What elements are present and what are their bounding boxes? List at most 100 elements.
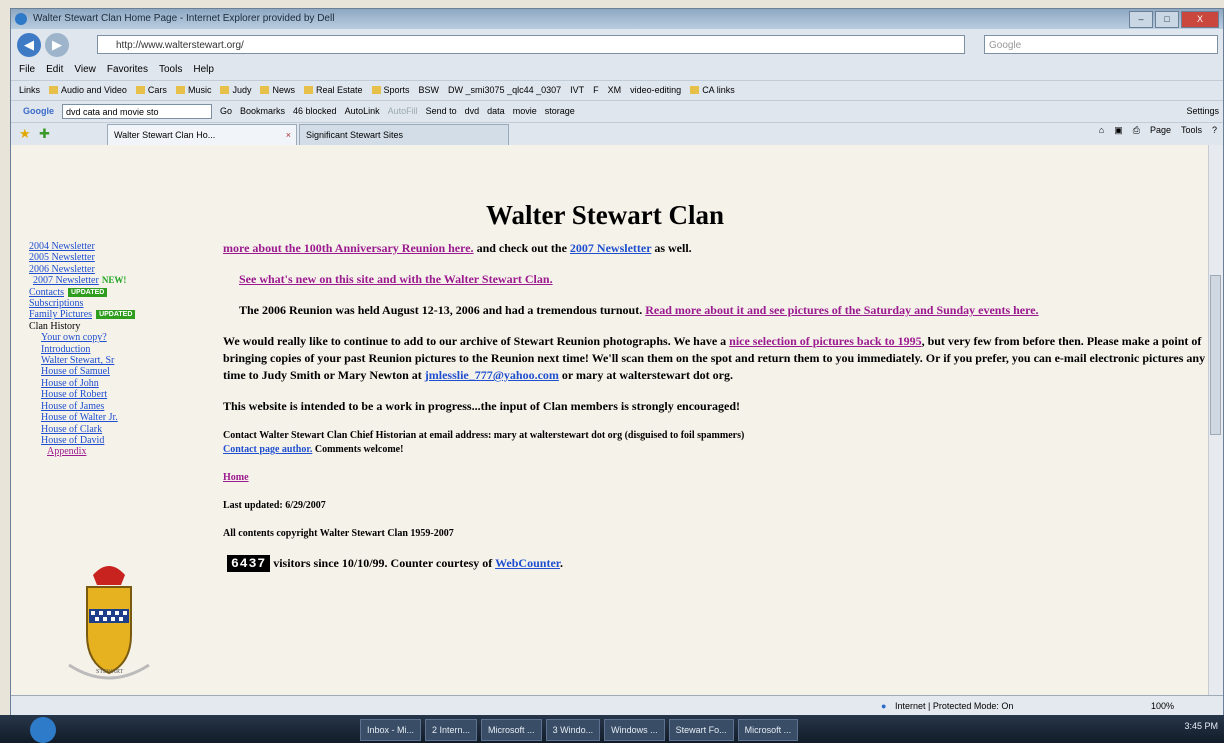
menu-view[interactable]: View (74, 61, 96, 79)
menu-edit[interactable]: Edit (46, 61, 63, 79)
whats-new-link[interactable]: See what's new on this site and with the… (239, 272, 553, 286)
menu-help[interactable]: Help (193, 61, 214, 79)
email-link[interactable]: jmlesslie_777@yahoo.com (425, 368, 559, 382)
webcounter-link[interactable]: WebCounter (495, 556, 560, 570)
security-zone[interactable]: Internet | Protected Mode: On (895, 696, 1013, 716)
google-label: Google (23, 106, 54, 116)
menu-tools[interactable]: Tools (159, 61, 182, 79)
link-video-editing[interactable]: video-editing (630, 81, 681, 100)
search-input[interactable]: Google (984, 35, 1218, 54)
globe-icon: ● (881, 701, 887, 711)
tab-significant-sites[interactable]: Significant Stewart Sites (299, 124, 509, 145)
folder-icon (371, 86, 381, 94)
anniversary-link[interactable]: more about the 100th Anniversary Reunion… (223, 241, 474, 255)
address-row: ◀ ▶ http://www.walterstewart.org/ Google (11, 31, 1223, 59)
nav-subscriptions[interactable]: Subscriptions (29, 298, 189, 309)
zoom-level[interactable]: 100% (1151, 696, 1174, 716)
link-dw[interactable]: DW _smi3075 _qlc44 _0307 (448, 81, 561, 100)
work-in-progress-paragraph: This website is intended to be a work in… (223, 399, 741, 413)
pictures-1995-link[interactable]: nice selection of pictures back to 1995 (729, 334, 921, 348)
menu-favorites[interactable]: Favorites (107, 61, 148, 79)
photo-archive-paragraph: We would really like to continue to add … (223, 334, 1206, 382)
start-button[interactable] (30, 717, 56, 743)
nav-family-pictures[interactable]: Family Pictures (29, 309, 92, 320)
link-judy[interactable]: Judy (220, 81, 251, 100)
sendto-button[interactable]: Send to (426, 101, 457, 122)
task-microsoft-1[interactable]: Microsoft ... (481, 719, 542, 741)
tab-walter-stewart[interactable]: Walter Stewart Clan Ho... × (107, 124, 297, 145)
home-icon[interactable]: ⌂ (1099, 125, 1104, 136)
add-favorite-icon[interactable]: ✚ (39, 126, 50, 142)
google-go-button[interactable]: Go (220, 101, 232, 122)
nav-your-own-copy[interactable]: Your own copy? (29, 332, 189, 343)
folder-icon (135, 86, 145, 94)
link-audio-video[interactable]: Audio and Video (49, 81, 127, 100)
link-xm[interactable]: XM (608, 81, 622, 100)
autofill-button[interactable]: AutoFill (388, 101, 418, 122)
reunion-2006-link[interactable]: Read more about it and see pictures of t… (645, 303, 1038, 317)
nav-2007-newsletter[interactable]: 2007 Newsletter (33, 275, 99, 286)
home-link[interactable]: Home (223, 472, 249, 483)
task-inbox[interactable]: Inbox - Mi... (360, 719, 422, 741)
feeds-icon[interactable]: ▣ (1114, 125, 1123, 136)
print-icon[interactable]: ⎙ (1133, 125, 1140, 136)
status-bar: ● Internet | Protected Mode: On 100% (11, 695, 1223, 716)
link-bsw[interactable]: BSW (419, 81, 440, 100)
task-ie[interactable]: 2 Intern... (425, 719, 478, 741)
chip-movie[interactable]: movie (513, 101, 537, 122)
scrollbar-thumb[interactable] (1210, 275, 1221, 435)
google-settings-button[interactable]: Settings (1186, 101, 1223, 122)
back-button[interactable]: ◀ (17, 33, 41, 57)
task-windows[interactable]: Windows ... (604, 719, 665, 741)
folder-icon (49, 86, 59, 94)
chip-dvd[interactable]: dvd (465, 101, 480, 122)
menu-file[interactable]: File (19, 61, 35, 79)
link-ivt[interactable]: IVT (570, 81, 584, 100)
nav-2006-newsletter[interactable]: 2006 Newsletter (29, 264, 189, 275)
nav-house-of-james[interactable]: House of James (29, 401, 189, 412)
link-f[interactable]: F (593, 81, 599, 100)
clock[interactable]: 3:45 PM (1184, 721, 1218, 731)
link-cars[interactable]: Cars (135, 81, 167, 100)
link-music[interactable]: Music (175, 81, 211, 100)
maximize-button[interactable]: □ (1155, 11, 1179, 28)
task-microsoft-2[interactable]: Microsoft ... (737, 719, 799, 741)
nav-house-of-david[interactable]: House of David (29, 435, 189, 446)
tab-close-icon[interactable]: × (286, 125, 291, 146)
nav-house-of-clark[interactable]: House of Clark (29, 424, 189, 435)
nav-contacts[interactable]: Contacts (29, 287, 64, 298)
nav-house-of-walter-jr[interactable]: House of Walter Jr. (29, 412, 189, 423)
link-sports[interactable]: Sports (371, 81, 410, 100)
nav-2004-newsletter[interactable]: 2004 Newsletter (29, 241, 189, 252)
autolink-button[interactable]: AutoLink (345, 101, 380, 122)
address-bar[interactable]: http://www.walterstewart.org/ (97, 35, 965, 54)
help-icon[interactable]: ? (1212, 125, 1217, 136)
close-button[interactable]: X (1181, 11, 1219, 28)
popup-blocked-button[interactable]: 46 blocked (293, 101, 337, 122)
link-news[interactable]: News (260, 81, 295, 100)
newsletter-2007-link[interactable]: 2007 Newsletter (570, 241, 651, 255)
vertical-scrollbar[interactable] (1208, 145, 1223, 695)
task-stewart[interactable]: Stewart Fo... (668, 719, 734, 741)
forward-button[interactable]: ▶ (45, 33, 69, 57)
nav-walter-stewart-sr[interactable]: Walter Stewart, Sr (29, 355, 189, 366)
nav-2005-newsletter[interactable]: 2005 Newsletter (29, 252, 189, 263)
shield-caption: STEWART (96, 669, 124, 675)
task-windows-explorer[interactable]: 3 Windo... (545, 719, 601, 741)
nav-house-of-john[interactable]: House of John (29, 378, 189, 389)
nav-house-of-robert[interactable]: House of Robert (29, 389, 189, 400)
tools-menu[interactable]: Tools (1181, 125, 1202, 136)
contact-author-link[interactable]: Contact page author. (223, 444, 312, 455)
google-search-input[interactable]: dvd cata and movie sto (62, 104, 212, 119)
bookmarks-button[interactable]: Bookmarks (240, 101, 285, 122)
page-menu[interactable]: Page (1150, 125, 1171, 136)
chip-data[interactable]: data (487, 101, 505, 122)
nav-house-of-samuel[interactable]: House of Samuel (29, 366, 189, 377)
nav-introduction[interactable]: Introduction (29, 344, 189, 355)
chip-storage[interactable]: storage (545, 101, 575, 122)
favorites-star-icon[interactable]: ★ (19, 126, 31, 142)
minimize-button[interactable]: – (1129, 11, 1153, 28)
nav-appendix[interactable]: Appendix (29, 446, 189, 457)
link-real-estate[interactable]: Real Estate (303, 81, 363, 100)
link-ca-links[interactable]: CA links (690, 81, 735, 100)
